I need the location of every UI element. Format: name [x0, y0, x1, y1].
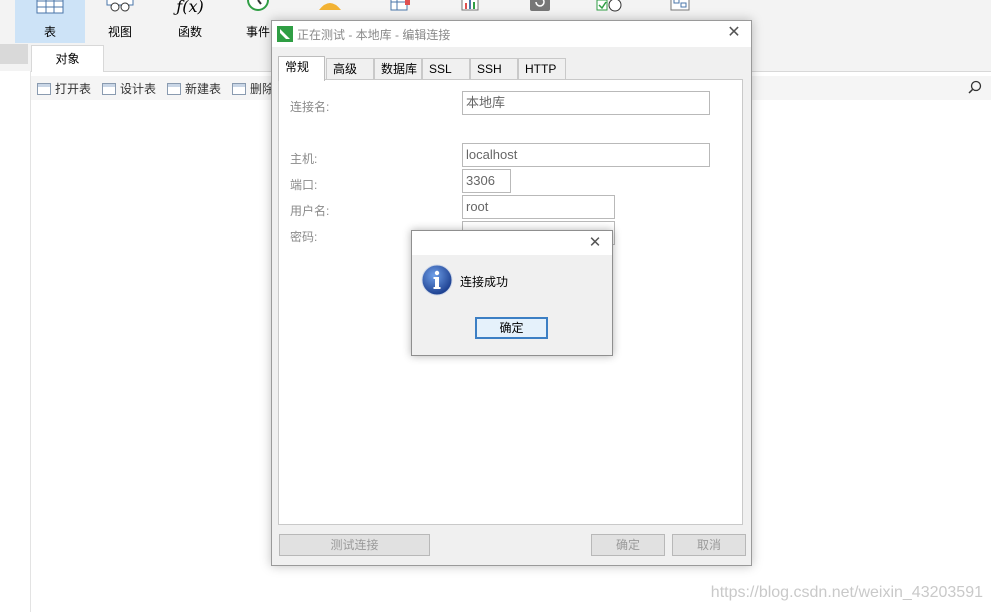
password-label: 密码:	[290, 230, 318, 244]
toolbar-table-label: 表	[43, 25, 56, 39]
delete-table-icon	[232, 82, 246, 95]
query-icon	[390, 0, 410, 11]
username-input[interactable]: root	[462, 195, 615, 219]
username-label: 用户名:	[290, 204, 330, 218]
open-table-label: 打开表	[55, 82, 92, 96]
toolbar-view-label: 视图	[107, 25, 132, 39]
backup-icon	[530, 0, 550, 11]
open-table-button[interactable]: 打开表	[37, 80, 91, 97]
tab-http[interactable]: HTTP	[518, 58, 566, 80]
new-table-button[interactable]: 新建表	[167, 80, 221, 97]
dialog-close-icon[interactable]: ✕	[725, 24, 743, 42]
left-panel	[0, 71, 31, 612]
model-icon	[670, 0, 690, 11]
tab-ssh[interactable]: SSH	[470, 58, 518, 80]
tab-advanced[interactable]: 高级	[326, 58, 374, 80]
view-icon	[106, 0, 134, 12]
port-label: 端口:	[290, 178, 318, 192]
function-icon: ƒ(x)	[176, 0, 204, 16]
design-table-label: 设计表	[120, 82, 157, 96]
watermark: https://blog.csdn.net/weixin_43203591	[710, 584, 983, 601]
tab-ssl[interactable]: SSL	[422, 58, 470, 80]
connection-name-input[interactable]: 本地库	[462, 91, 710, 115]
message-titlebar[interactable]: ✕	[412, 231, 612, 255]
left-strip	[0, 44, 28, 64]
ok-button[interactable]: 确定	[591, 534, 665, 556]
toolbar-view-button[interactable]: 视图	[88, 0, 152, 43]
tab-general[interactable]: 常规	[278, 56, 325, 81]
navicat-app-icon	[277, 26, 293, 42]
user-icon	[319, 3, 341, 10]
tab-database[interactable]: 数据库	[374, 58, 422, 80]
design-table-icon	[102, 82, 116, 95]
cancel-button[interactable]: 取消	[672, 534, 746, 556]
dialog-title: 正在测试 - 本地库 - 编辑连接	[297, 28, 451, 42]
info-icon	[421, 264, 453, 296]
toolbar-function-label: 函数	[177, 25, 202, 39]
report-icon	[461, 0, 479, 11]
port-input[interactable]: 3306	[462, 169, 511, 193]
message-text: 连接成功	[460, 275, 509, 289]
event-icon	[247, 0, 269, 11]
open-table-icon	[37, 82, 51, 95]
host-input[interactable]: localhost	[462, 143, 710, 167]
search-icon[interactable]	[968, 80, 982, 94]
success-message-box: ✕ 连接成功 确定	[411, 230, 613, 356]
design-table-button[interactable]: 设计表	[102, 80, 156, 97]
connection-name-label: 连接名:	[290, 100, 330, 114]
message-close-icon[interactable]: ✕	[586, 234, 604, 252]
schedule-icon	[596, 0, 622, 12]
host-label: 主机:	[290, 152, 318, 166]
message-ok-button[interactable]: 确定	[475, 317, 548, 339]
tab-objects[interactable]: 对象	[31, 45, 104, 72]
delete-table-button[interactable]: 删除	[232, 80, 274, 97]
toolbar-function-button[interactable]: ƒ(x) 函数	[158, 0, 222, 43]
new-table-label: 新建表	[185, 82, 222, 96]
dialog-titlebar[interactable]: 正在测试 - 本地库 - 编辑连接 ✕	[272, 21, 751, 47]
test-connection-button[interactable]: 测试连接	[279, 534, 430, 556]
toolbar-table-button[interactable]: 表	[15, 0, 85, 43]
new-table-icon	[167, 82, 181, 95]
table-icon	[36, 0, 64, 14]
